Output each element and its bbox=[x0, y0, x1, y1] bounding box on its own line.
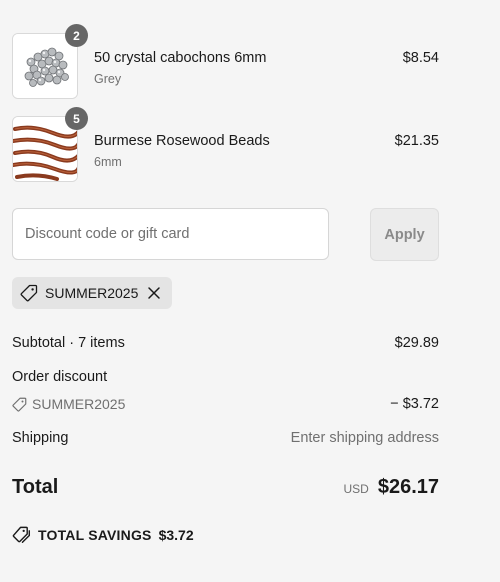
order-discount-code-row: SUMMER2025 bbox=[12, 396, 125, 412]
remove-code-close-icon[interactable] bbox=[144, 283, 164, 303]
quantity-badge: 5 bbox=[65, 107, 88, 130]
currency-code: USD bbox=[343, 482, 369, 496]
apply-discount-button[interactable]: Apply bbox=[370, 208, 439, 261]
line-item-crystal-cabochons: 2 50 crystal cabochons 6mm Grey $8.54 bbox=[12, 24, 439, 101]
total-amount: USD $26.17 bbox=[343, 476, 439, 499]
product-title: 50 crystal cabochons 6mm bbox=[94, 50, 267, 66]
order-discount-label: Order discount bbox=[12, 369, 108, 385]
product-title: Burmese Rosewood Beads bbox=[94, 133, 270, 149]
product-variant: Grey bbox=[94, 72, 122, 86]
product-thumbnail-wrap: 5 bbox=[12, 107, 88, 182]
total-savings-value: $3.72 bbox=[158, 526, 194, 543]
applied-discount-chip: SUMMER2025 bbox=[12, 277, 172, 309]
total-label: Total bbox=[12, 476, 59, 498]
total-savings-label: TOTAL SAVINGS bbox=[38, 526, 152, 543]
product-thumbnail-wrap: 2 bbox=[12, 24, 88, 99]
shipping-value: Enter shipping address bbox=[290, 430, 439, 446]
subtotal-value: $29.89 bbox=[394, 335, 439, 351]
tag-icon bbox=[20, 284, 38, 302]
tags-icon bbox=[12, 525, 31, 544]
product-price: $21.35 bbox=[394, 133, 439, 149]
total-savings-row: TOTAL SAVINGS $3.72 bbox=[12, 525, 194, 544]
shipping-label: Shipping bbox=[12, 430, 69, 446]
tag-icon bbox=[12, 397, 27, 412]
product-variant: 6mm bbox=[94, 155, 122, 169]
order-discount-value: − $3.72 bbox=[390, 396, 439, 412]
subtotal-label: Subtotal · 7 items bbox=[12, 335, 125, 351]
order-discount-code: SUMMER2025 bbox=[32, 396, 126, 412]
applied-code-label: SUMMER2025 bbox=[45, 285, 139, 301]
product-price: $8.54 bbox=[402, 50, 439, 66]
line-item-rosewood-beads: 5 Burmese Rosewood Beads 6mm $21.35 bbox=[12, 107, 439, 184]
discount-code-input[interactable] bbox=[12, 208, 329, 260]
total-value: $26.17 bbox=[377, 476, 439, 498]
quantity-badge: 2 bbox=[65, 24, 88, 47]
